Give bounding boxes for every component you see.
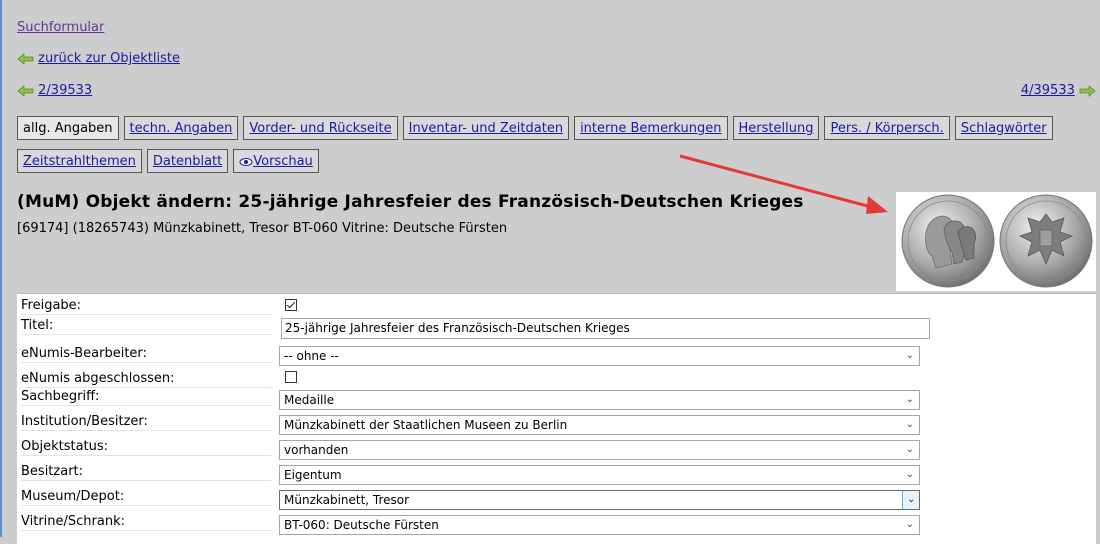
- bearbeiter-select[interactable]: -- ohne -- ⌄: [279, 346, 920, 366]
- tab-interne-bemerkungen[interactable]: interne Bemerkungen: [574, 116, 728, 140]
- titel-label: Titel:: [21, 318, 271, 335]
- object-subtitle: [69174] (18265743) Münzkabinett, Tresor …: [17, 221, 508, 236]
- institution-label: Institution/Besitzer:: [21, 414, 271, 431]
- institution-value: Münzkabinett der Staatlichen Museen zu B…: [284, 418, 568, 432]
- next-object-link[interactable]: 4/39533: [1021, 83, 1096, 98]
- tab-techn-angaben[interactable]: techn. Angaben: [123, 116, 239, 140]
- left-edge-bar: [0, 0, 2, 537]
- objektstatus-label: Objektstatus:: [21, 439, 271, 456]
- besitzart-label: Besitzart:: [21, 464, 271, 481]
- next-object-label[interactable]: 4/39533: [1021, 83, 1075, 98]
- freigabe-label: Freigabe:: [21, 298, 271, 315]
- arrow-left-icon: [17, 52, 34, 65]
- tab-vorder-rueckseite[interactable]: Vorder- und Rückseite: [243, 116, 398, 140]
- bearbeiter-label: eNumis-Bearbeiter:: [21, 346, 271, 363]
- vitrine-label: Vitrine/Schrank:: [21, 514, 271, 531]
- coin-image: [896, 192, 1096, 291]
- tab-vorschau[interactable]: Vorschau: [233, 149, 319, 173]
- sachbegriff-select[interactable]: Medaille ⌄: [279, 390, 920, 410]
- institution-select[interactable]: Münzkabinett der Staatlichen Museen zu B…: [279, 415, 920, 435]
- abgeschlossen-checkbox[interactable]: [285, 371, 297, 383]
- titel-input[interactable]: 25-jährige Jahresfeier des Französisch-D…: [281, 318, 930, 339]
- vitrine-value: BT-060: Deutsche Fürsten: [284, 518, 439, 532]
- chevron-down-icon: ⌄: [905, 444, 914, 455]
- back-to-list[interactable]: zurück zur Objektliste: [17, 51, 180, 66]
- besitzart-value: Eigentum: [284, 468, 342, 482]
- bearbeiter-value: -- ohne --: [284, 349, 339, 363]
- arrow-left-icon: [17, 84, 34, 97]
- chevron-down-icon: ⌄: [905, 350, 914, 361]
- suchformular-link[interactable]: Suchformular: [17, 20, 104, 35]
- sachbegriff-label: Sachbegriff:: [21, 389, 271, 406]
- freigabe-checkbox[interactable]: [285, 299, 297, 311]
- museum-label: Museum/Depot:: [21, 489, 271, 506]
- objektstatus-select[interactable]: vorhanden ⌄: [279, 440, 920, 460]
- chevron-down-icon: ⌄: [905, 469, 914, 480]
- chevron-down-icon: ⌄: [902, 491, 919, 509]
- eye-icon: [239, 157, 253, 166]
- tab-row-1: allg. Angaben techn. Angaben Vorder- und…: [17, 116, 1053, 140]
- prev-object-link[interactable]: 2/39533: [17, 83, 92, 98]
- annotation-arrow-icon: [679, 154, 888, 214]
- tab-allg-angaben[interactable]: allg. Angaben: [17, 116, 119, 140]
- chevron-down-icon: ⌄: [905, 394, 914, 405]
- abgeschlossen-label: eNumis abgeschlossen:: [21, 371, 271, 388]
- tab-vorschau-label: Vorschau: [253, 154, 313, 169]
- besitzart-select[interactable]: Eigentum ⌄: [279, 465, 920, 485]
- tab-schlagwoerter[interactable]: Schlagwörter: [954, 116, 1053, 140]
- tab-datenblatt[interactable]: Datenblatt: [146, 149, 229, 173]
- prev-object-label[interactable]: 2/39533: [38, 83, 92, 98]
- chevron-down-icon: ⌄: [905, 519, 914, 530]
- tab-row-2: Zeitstrahlthemen Datenblatt Vorschau: [17, 149, 319, 173]
- objektstatus-value: vorhanden: [284, 443, 349, 457]
- tab-pers-koerpersch[interactable]: Pers. / Körpersch.: [824, 116, 950, 140]
- tab-inventar-zeitdaten[interactable]: Inventar- und Zeitdaten: [402, 116, 570, 140]
- sachbegriff-value: Medaille: [284, 393, 335, 407]
- museum-select[interactable]: Münzkabinett, Tresor ⌄: [279, 490, 920, 510]
- arrow-right-icon: [1079, 84, 1096, 97]
- vitrine-select[interactable]: BT-060: Deutsche Fürsten ⌄: [279, 515, 920, 535]
- museum-value: Münzkabinett, Tresor: [284, 493, 410, 507]
- object-form: Freigabe: Titel: 25-jährige Jahresfeier …: [17, 293, 1096, 544]
- tab-herstellung[interactable]: Herstellung: [732, 116, 820, 140]
- chevron-down-icon: ⌄: [905, 419, 914, 430]
- tab-zeitstrahlthemen[interactable]: Zeitstrahlthemen: [17, 149, 142, 173]
- back-to-list-label[interactable]: zurück zur Objektliste: [38, 51, 180, 66]
